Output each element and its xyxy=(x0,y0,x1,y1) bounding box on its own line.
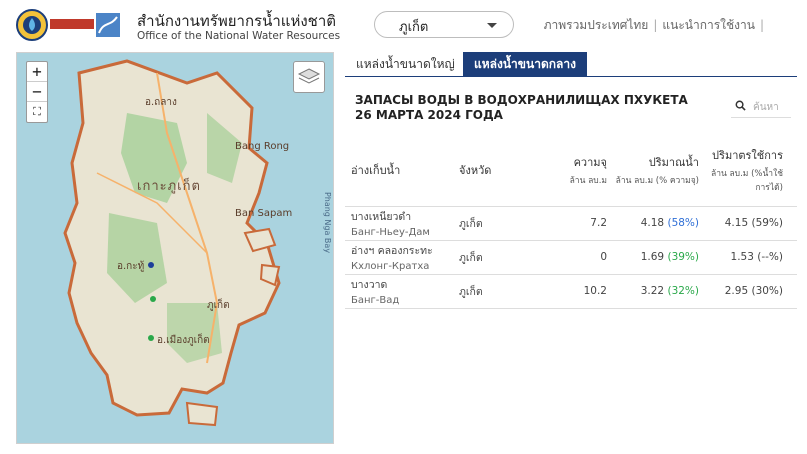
search-icon xyxy=(735,100,746,111)
zoom-in-button[interactable]: + xyxy=(27,62,47,82)
chevron-down-icon xyxy=(487,23,497,28)
volume-percent: (58%) xyxy=(667,217,699,229)
volume-percent: (32%) xyxy=(667,285,699,297)
map-view[interactable]: อ.ถลาง เกาะภูเก็ต Bang Rong Ban Sapam อ.… xyxy=(16,52,334,444)
province-select[interactable]: ภูเก็ต xyxy=(374,11,514,38)
col-reservoir[interactable]: อ่างเก็บน้ำ xyxy=(345,134,453,207)
nav-guide-link[interactable]: แนะนำการใช้งาน xyxy=(662,18,755,32)
reservoir-name-ru: Кхлонг-Кратха xyxy=(351,261,430,272)
nav-overview-link[interactable]: ภาพรวมประเทศไทย xyxy=(544,18,649,32)
map-label-thalang: อ.ถลาง xyxy=(145,97,177,108)
zoom-out-button[interactable]: − xyxy=(27,82,47,102)
title-line-1: ЗАПАСЫ ВОДЫ В ВОДОХРАНИЛИЩАХ ПХУКЕТА xyxy=(355,93,688,107)
page-title: ЗАПАСЫ ВОДЫ В ВОДОХРАНИЛИЩАХ ПХУКЕТА 26 … xyxy=(355,93,688,123)
col-province[interactable]: จังหวัด xyxy=(453,134,553,207)
volume-percent: (39%) xyxy=(667,251,699,263)
col-capacity[interactable]: ความจุ ล้าน ลบ.ม xyxy=(553,134,609,207)
usable-cell: 4.15 (59%) xyxy=(705,206,797,241)
map-label-sapam: Ban Sapam xyxy=(235,208,293,219)
reservoir-size-tabs: แหล่งน้ำขนาดใหญ่ แหล่งน้ำขนาดกลาง xyxy=(345,52,797,77)
header: สำนักงานทรัพยากรน้ำแห่งชาติ Office of th… xyxy=(0,0,807,50)
volume-cell: 4.18 (58%) xyxy=(609,206,705,241)
table-row[interactable]: อ่างฯ คลองกระทะ Кхлонг-Кратха ภูเก็ต 0 1.… xyxy=(345,240,797,275)
map-label-phuket: ภูเก็ต xyxy=(207,300,230,311)
map-label-side: Phang Nga Bay xyxy=(323,191,333,254)
capacity-cell: 0 xyxy=(553,240,609,275)
nav-separator: | xyxy=(653,18,658,32)
layers-icon xyxy=(297,68,321,84)
table-header-row: อ่างเก็บน้ำ จังหวัด ความจุ ล้าน ลบ.ม ปริม… xyxy=(345,134,797,207)
province-cell: ภูเก็ต xyxy=(453,274,553,309)
map-label-kathu: อ.กะทู้ xyxy=(117,261,145,272)
map-canvas xyxy=(63,59,281,427)
volume-cell: 3.22 (32%) xyxy=(609,274,705,309)
province-select-value: ภูเก็ต xyxy=(399,20,429,35)
layers-button[interactable] xyxy=(293,61,325,93)
fullscreen-icon[interactable]: ⛶ xyxy=(27,102,47,122)
tab-medium-reservoirs[interactable]: แหล่งน้ำขนาดกลาง xyxy=(463,52,587,77)
map-label-mueang: อ.เมืองภูเก็ต xyxy=(157,335,210,346)
org-name-english: Office of the National Water Resources xyxy=(137,30,341,42)
onwr-logo[interactable] xyxy=(16,7,124,43)
reservoir-name: บางวาด xyxy=(351,279,388,291)
tab-large-reservoirs[interactable]: แหล่งน้ำขนาดใหญ่ xyxy=(345,52,466,77)
table-row[interactable]: บางเหนียวดำ Банг-Ньеу-Дам ภูเก็ต 7.2 4.18… xyxy=(345,206,797,241)
province-cell: ภูเก็ต xyxy=(453,240,553,275)
top-nav: ภาพรวมประเทศไทย | แนะนำการใช้งาน | xyxy=(544,16,769,35)
reservoir-table: อ่างเก็บน้ำ จังหวัด ความจุ ล้าน ลบ.ม ปริม… xyxy=(345,134,797,309)
capacity-cell: 7.2 xyxy=(553,206,609,241)
search-box[interactable]: ค้นหา xyxy=(731,96,791,118)
usable-cell: 1.53 (--%) xyxy=(705,240,797,275)
title-line-2: 26 МАРТА 2024 ГОДА xyxy=(355,108,503,122)
reservoir-name: บางเหนียวดำ xyxy=(351,211,412,223)
province-cell: ภูเก็ต xyxy=(453,206,553,241)
col-volume[interactable]: ปริมาณน้ำ ล้าน ลบ.ม (% ความจุ) xyxy=(609,134,705,207)
reservoir-panel: แหล่งน้ำขนาดใหญ่ แหล่งน้ำขนาดกลาง ЗАПАСЫ… xyxy=(345,52,797,444)
nav-separator: | xyxy=(759,18,764,32)
reservoir-name: อ่างฯ คลองกระทะ xyxy=(351,245,433,257)
usable-cell: 2.95 (30%) xyxy=(705,274,797,309)
table-row[interactable]: บางวาด Банг-Вад ภูเก็ต 10.2 3.22 (32%) 2.… xyxy=(345,274,797,309)
volume-cell: 1.69 (39%) xyxy=(609,240,705,275)
map-label-bang-rong: Bang Rong xyxy=(235,141,290,152)
map-label-island: เกาะภูเก็ต xyxy=(137,179,201,194)
zoom-control: + − ⛶ xyxy=(26,61,48,123)
capacity-cell: 10.2 xyxy=(553,274,609,309)
reservoir-name-ru: Банг-Ньеу-Дам xyxy=(351,227,430,238)
reservoir-name-ru: Банг-Вад xyxy=(351,295,400,306)
col-usable[interactable]: ปริมาตรใช้การ ล้าน ลบ.ม (%น้ำใช้การได้) xyxy=(705,134,797,207)
search-placeholder: ค้นหา xyxy=(753,102,779,113)
